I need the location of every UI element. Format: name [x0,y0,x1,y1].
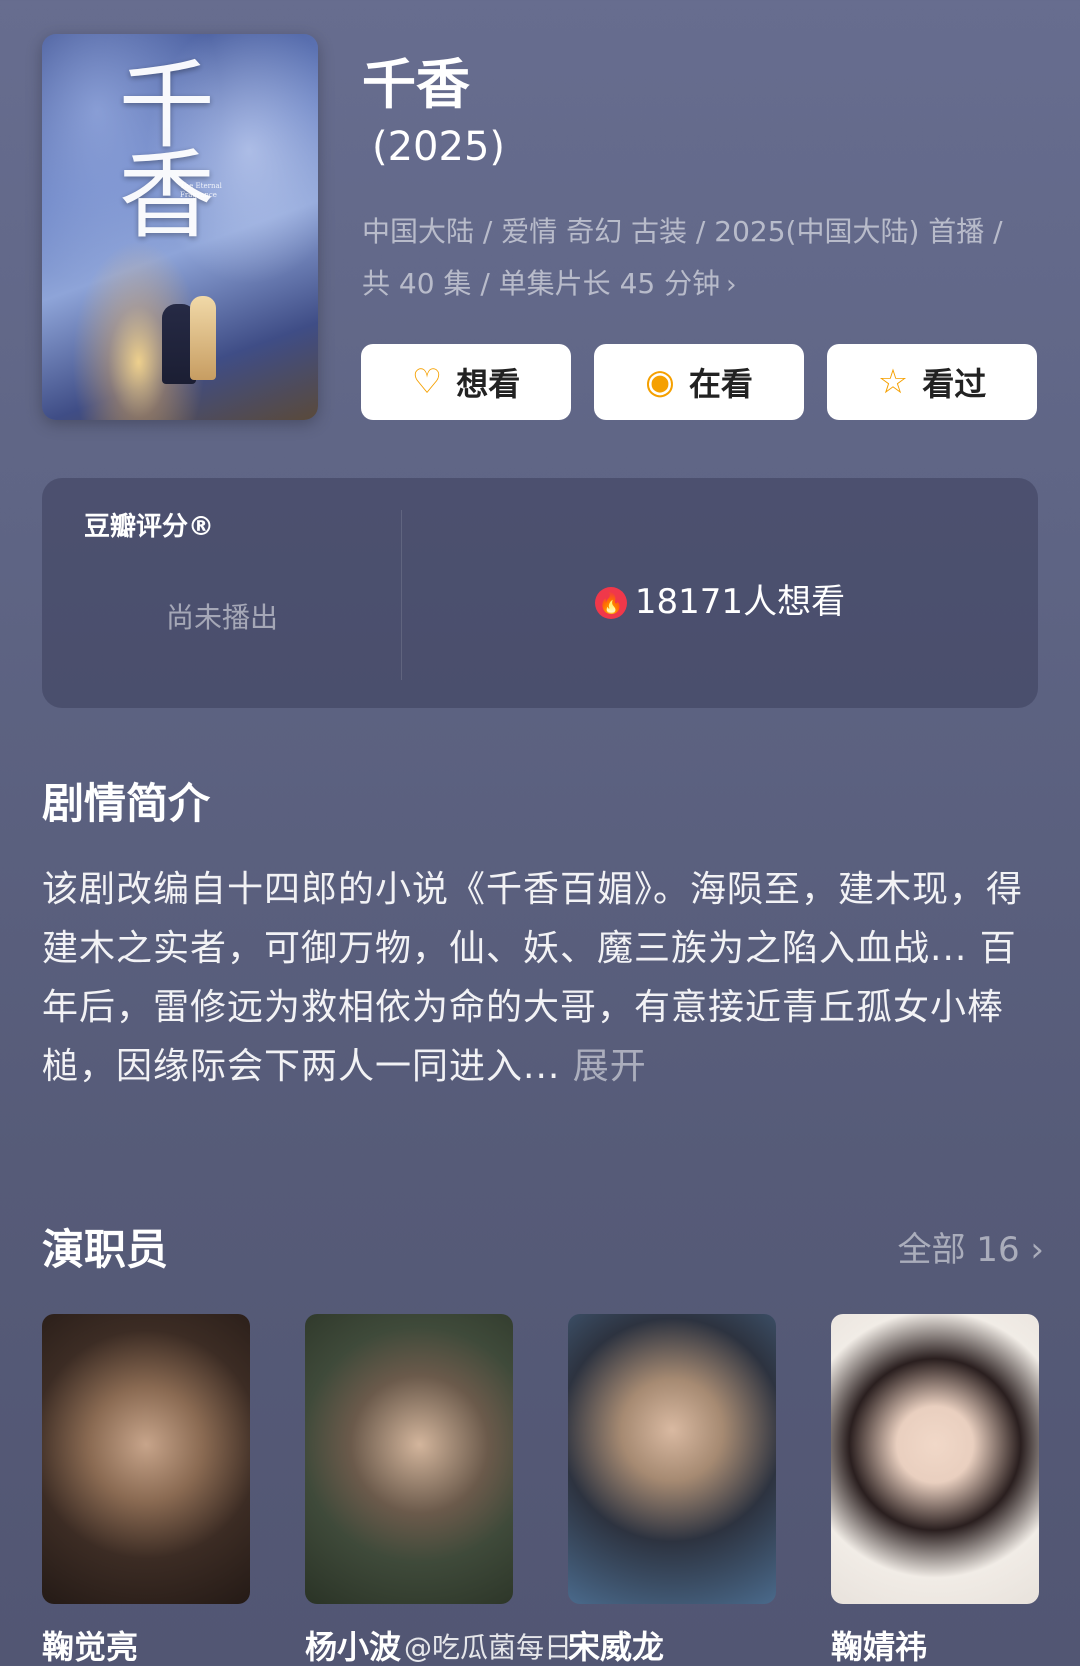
chevron-right-icon: › [726,270,737,300]
poster-image[interactable]: 千香 The Eternal Fragrance [42,34,318,420]
poster-subtitle: The Eternal Fragrance [180,182,222,199]
cast-name[interactable]: 鞠婧祎 [831,1622,927,1666]
cast-name[interactable]: 鞠觉亮 [42,1622,138,1666]
cast-photo[interactable] [831,1314,1039,1604]
expand-link[interactable]: 展开 [573,1046,647,1087]
meta-line-row: 共 40 集 / 单集片长 45 分钟 › [362,258,1042,311]
chevron-right-icon: › [1030,1230,1044,1270]
rating-status: 尚未播出 [165,601,278,634]
watermark: @吃瓜菌每日 [404,1631,573,1664]
poster-title: 千香 [102,54,215,234]
watched-label: 看过 [922,365,987,403]
cast-all-label: 全部 16 [897,1230,1020,1270]
fire-icon: 🔥 [594,587,627,619]
cast-photo[interactable] [305,1314,513,1604]
cast-all-link[interactable]: 全部 16 › [898,1222,1045,1271]
poster-figure [190,296,216,380]
want-count: 🔥 18171人想看 [402,574,1038,623]
show-year: (2025) [372,124,506,170]
meta-line: 中国大陆 / 爱情 奇幻 古装 / 2025(中国大陆) 首播 / [362,215,1003,248]
star-icon: ☆ [877,362,909,402]
synopsis-title: 剧情简介 [42,779,211,828]
synopsis-body: 该剧改编自十四郎的小说《千香百媚》。海陨至，建木现，得建木之实者，可御万物，仙、… [42,869,1024,1087]
watched-button[interactable]: ☆ 看过 [827,344,1037,420]
cast-name[interactable]: 杨小波 [305,1622,401,1666]
cast-photo[interactable] [42,1314,250,1604]
watching-button[interactable]: ◉ 在看 [594,344,804,420]
cast-photo[interactable] [568,1314,776,1604]
show-meta[interactable]: 中国大陆 / 爱情 奇幻 古装 / 2025(中国大陆) 首播 / 共 40 集… [362,206,1042,311]
show-title: 千香 [362,53,470,116]
cast-name[interactable]: 宋威龙 [568,1622,664,1666]
meta-line: 共 40 集 / 单集片长 45 分钟 [362,267,721,300]
rating-label: 豆瓣评分® [84,512,215,542]
rating-card[interactable]: 豆瓣评分® 尚未播出 🔥 18171人想看 [42,478,1038,708]
want-button[interactable]: ♡ 想看 [361,344,571,420]
want-count-text: 18171人想看 [634,582,846,622]
want-label: 想看 [456,365,521,403]
cast-title: 演职员 [42,1225,169,1274]
target-icon: ◉ [645,362,675,402]
watching-label: 在看 [688,365,753,403]
synopsis-text[interactable]: 该剧改编自十四郎的小说《千香百媚》。海陨至，建木现，得建木之实者，可御万物，仙、… [42,860,1042,1096]
heart-plus-icon: ♡ [411,362,443,402]
